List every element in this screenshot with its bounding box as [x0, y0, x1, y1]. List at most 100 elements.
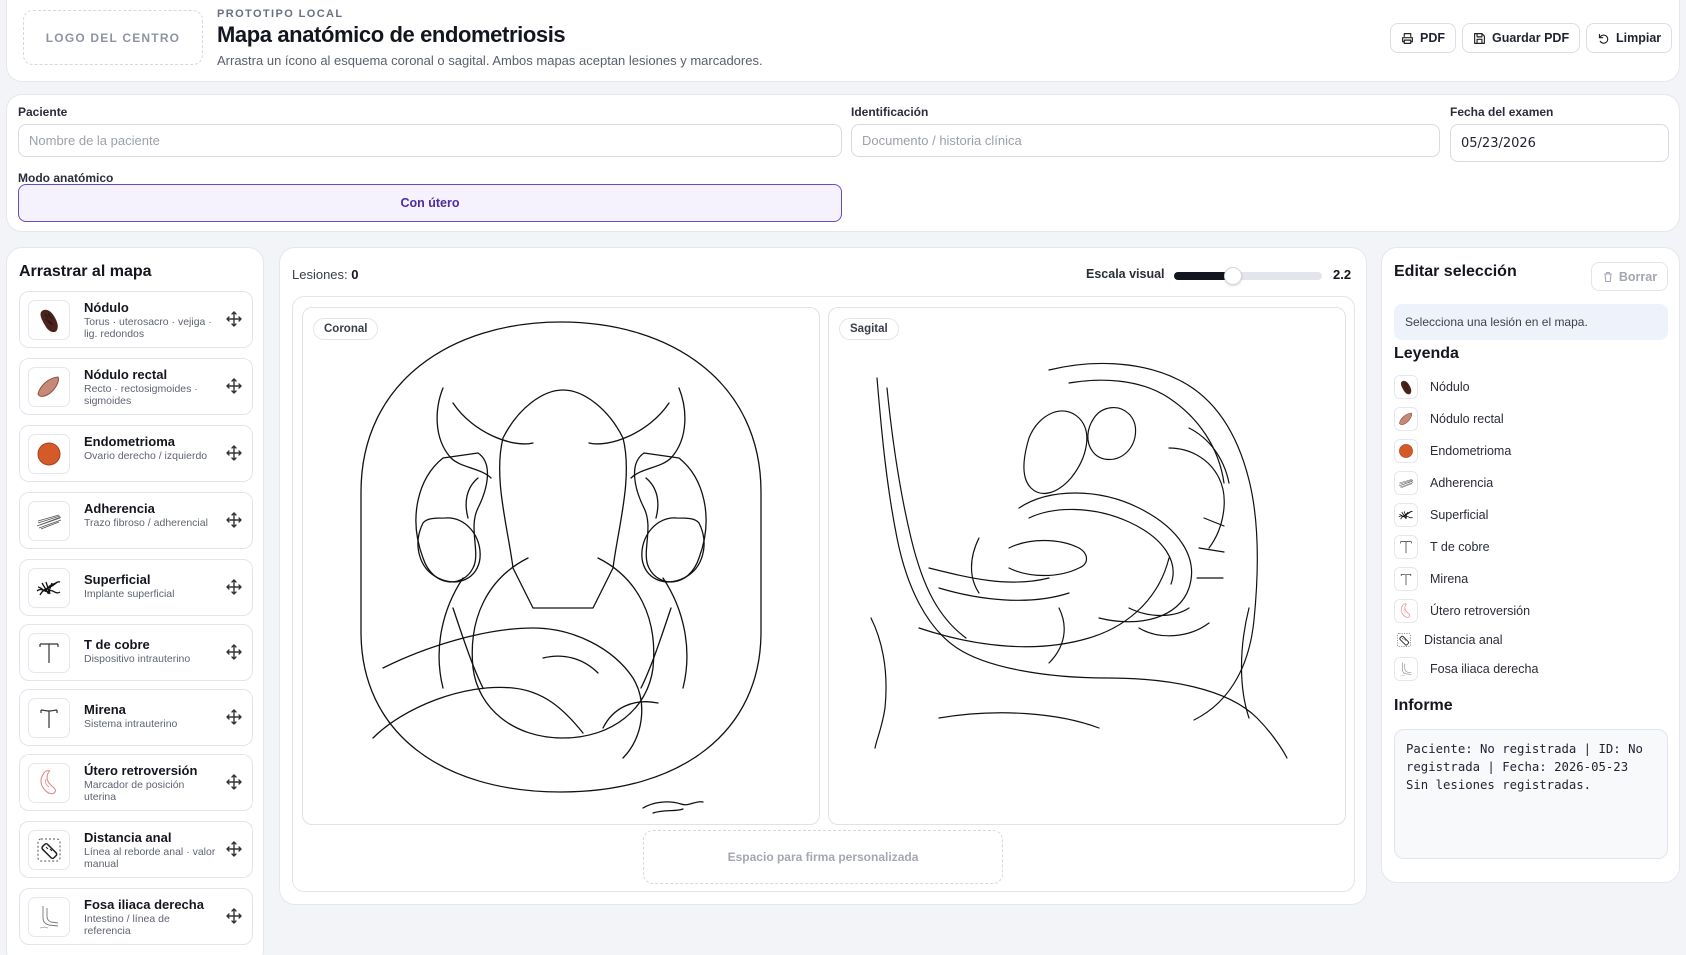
- palette-item-mirena[interactable]: Mirena Sistema intrauterino: [19, 689, 253, 746]
- palette-item-name: T de cobre: [84, 637, 150, 652]
- legend-item-anal-distance: Distancia anal: [1394, 627, 1503, 653]
- drag-handle-icon[interactable]: [226, 841, 242, 857]
- delete-button[interactable]: Borrar: [1591, 262, 1668, 291]
- trash-icon: [1604, 271, 1612, 282]
- drag-handle-icon[interactable]: [226, 512, 242, 528]
- report-textarea[interactable]: Paciente: No registrada | ID: No registr…: [1394, 729, 1668, 859]
- mirena-icon: [1394, 567, 1418, 591]
- save-pdf-button[interactable]: Guardar PDF: [1462, 23, 1581, 53]
- print-pdf-label: PDF: [1420, 31, 1445, 45]
- lesion-counter: Lesiones: 0: [292, 267, 359, 282]
- coronal-diagram: [360, 321, 762, 814]
- palette-item-nodule[interactable]: Nódulo Torus · uterosacro · vejiga · lig…: [19, 291, 253, 348]
- drag-handle-icon[interactable]: [226, 378, 242, 394]
- lesion-counter-label: Lesiones:: [292, 267, 348, 282]
- legend-label: Endometrioma: [1430, 444, 1512, 458]
- legend-item-endometrioma: Endometrioma: [1394, 438, 1511, 464]
- palette-item-anal-distance[interactable]: Distancia anal Línea al reborde anal · v…: [19, 821, 253, 878]
- coronal-map-tag: Coronal: [313, 318, 379, 340]
- scale-label: Escala visual: [1086, 267, 1165, 281]
- lesion-counter-value: 0: [351, 267, 359, 282]
- palette-item-name: Útero retroversión: [84, 763, 198, 778]
- clear-button[interactable]: Limpiar: [1586, 23, 1673, 53]
- endometrioma-icon: [28, 434, 70, 474]
- drag-handle-icon[interactable]: [226, 709, 242, 725]
- legend-item-superficial: Superficial: [1394, 502, 1488, 528]
- exam-date-input[interactable]: 05/23/2026: [1450, 124, 1669, 162]
- id-input[interactable]: Documento / historia clínica: [851, 124, 1440, 157]
- drag-handle-icon[interactable]: [226, 774, 242, 790]
- date-label: Fecha del examen: [1450, 105, 1554, 119]
- mode-with-uterus-button[interactable]: Con útero: [18, 184, 842, 222]
- legend-label: Distancia anal: [1424, 633, 1503, 647]
- patient-name-input[interactable]: Nombre de la paciente: [18, 124, 842, 157]
- anal-distance-icon: [1394, 628, 1414, 652]
- legend-label: Adherencia: [1430, 476, 1494, 490]
- legend-label: Mirena: [1430, 572, 1469, 586]
- drag-handle-icon[interactable]: [226, 908, 242, 924]
- adhesion-icon: [28, 501, 70, 541]
- anal-distance-icon: [28, 830, 70, 870]
- superficial-implant-icon: [28, 568, 70, 608]
- scale-slider-thumb[interactable]: [1224, 267, 1243, 285]
- map-workspace: Lesiones: 0 Escala visual 2.2 Coronal Sa…: [279, 247, 1367, 905]
- palette-item-name: Mirena: [84, 702, 126, 717]
- print-pdf-button[interactable]: PDF: [1390, 23, 1456, 53]
- palette-item-adhesion[interactable]: Adherencia Trazo fibroso / adherencial: [19, 492, 253, 549]
- rectal-nodule-icon: [1394, 407, 1418, 431]
- signature-area[interactable]: Espacio para firma personalizada: [643, 830, 1003, 884]
- palette-item-rectal-nodule[interactable]: Nódulo rectal Recto · rectosigmoides · s…: [19, 358, 253, 415]
- palette-item-desc: Línea al reborde anal · valor manual: [84, 846, 216, 870]
- header-eyebrow: PROTOTIPO LOCAL: [217, 8, 344, 20]
- rectal-nodule-icon: [28, 367, 70, 407]
- palette-item-desc: Sistema intrauterino: [84, 718, 178, 730]
- sagittal-map[interactable]: Sagital: [828, 307, 1346, 825]
- selection-panel: Editar selección Borrar Selecciona una l…: [1381, 247, 1680, 883]
- legend-item-mirena: Mirena: [1394, 566, 1468, 592]
- palette-item-name: Nódulo rectal: [84, 367, 168, 382]
- drag-palette: Arrastrar al mapa Nódulo Torus · uterosa…: [6, 247, 264, 955]
- drag-handle-icon[interactable]: [226, 445, 242, 461]
- drag-handle-icon[interactable]: [226, 579, 242, 595]
- palette-item-name: Endometrioma: [84, 434, 176, 449]
- palette-item-name: Distancia anal: [84, 830, 172, 845]
- id-label: Identificación: [851, 105, 929, 119]
- scale-slider[interactable]: [1174, 267, 1322, 285]
- legend-item-iliac-fossa: Fosa iliaca derecha: [1394, 656, 1538, 682]
- palette-item-copper-t[interactable]: T de cobre Dispositivo intrauterino: [19, 624, 253, 681]
- endometrioma-icon: [1394, 439, 1418, 463]
- legend-label: Superficial: [1430, 508, 1489, 522]
- palette-item-endometrioma[interactable]: Endometrioma Ovario derecho / izquierdo: [19, 425, 253, 482]
- drag-handle-icon[interactable]: [226, 644, 242, 660]
- palette-item-name: Adherencia: [84, 501, 155, 516]
- legend-item-nodule: Nódulo: [1394, 374, 1470, 400]
- page-subtitle: Arrastra un ícono al esquema coronal o s…: [217, 53, 763, 68]
- drag-handle-icon[interactable]: [226, 311, 242, 327]
- clear-label: Limpiar: [1616, 31, 1662, 45]
- app-header: LOGO DEL CENTRO PROTOTIPO LOCAL Mapa ana…: [6, 0, 1680, 82]
- palette-item-name: Superficial: [84, 572, 151, 587]
- legend-label: Fosa iliaca derecha: [1430, 662, 1539, 676]
- sagittal-map-tag: Sagital: [839, 318, 899, 340]
- delete-label: Borrar: [1618, 269, 1658, 284]
- palette-item-iliac-fossa[interactable]: Fosa iliaca derecha Intestino / línea de…: [19, 888, 253, 945]
- retroverted-uterus-icon: [1394, 599, 1418, 623]
- center-logo-placeholder[interactable]: LOGO DEL CENTRO: [23, 10, 203, 65]
- save-pdf-label: Guardar PDF: [1492, 31, 1570, 45]
- retroverted-uterus-icon: [28, 763, 70, 803]
- adhesion-icon: [1394, 471, 1418, 495]
- palette-item-superficial[interactable]: Superficial Implante superficial: [19, 559, 253, 616]
- palette-item-desc: Recto · rectosigmoides · sigmoides: [84, 383, 198, 407]
- copper-t-icon: [28, 633, 70, 673]
- edit-selection-title: Editar selección: [1394, 263, 1517, 280]
- palette-item-desc: Intestino / línea de referencia: [84, 913, 170, 937]
- iliac-fossa-icon: [28, 897, 70, 937]
- palette-item-retroverted-uterus[interactable]: Útero retroversión Marcador de posición …: [19, 754, 253, 811]
- palette-item-name: Nódulo: [84, 300, 129, 315]
- legend-title: Leyenda: [1394, 345, 1459, 362]
- legend-item-rectal-nodule: Nódulo rectal: [1394, 406, 1504, 432]
- coronal-map[interactable]: Coronal: [302, 307, 820, 825]
- iliac-fossa-icon: [1394, 657, 1418, 681]
- printer-icon: [1402, 32, 1413, 44]
- maps-container: Coronal Sagital Espacio para firma perso…: [292, 296, 1355, 892]
